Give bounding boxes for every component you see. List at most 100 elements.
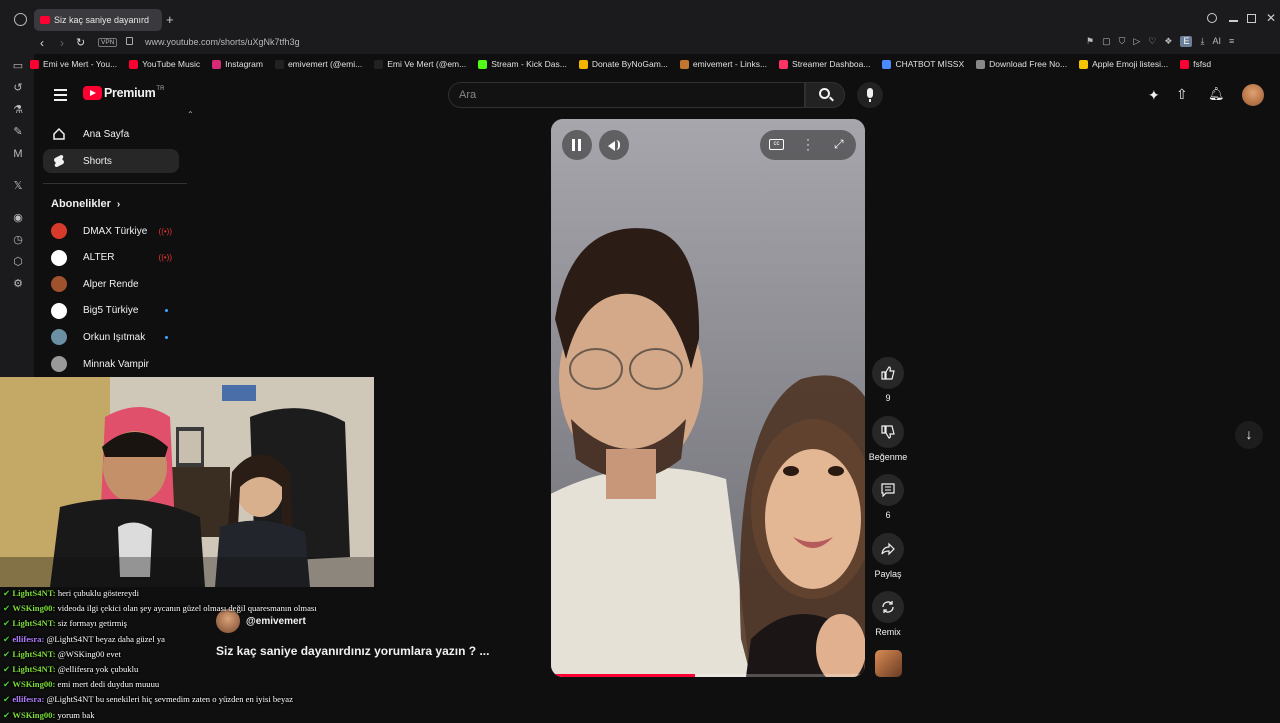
search-input[interactable]: Ara bbox=[448, 82, 805, 108]
chat-username: LightS4NT: bbox=[12, 648, 56, 659]
subscription-item[interactable]: ALTER ((•)) bbox=[51, 248, 176, 268]
bookmark-item[interactable]: Emi ve Mert - You... bbox=[30, 59, 117, 69]
create-post-icon[interactable]: ✦ bbox=[1148, 87, 1160, 104]
download-icon[interactable]: ⤓ bbox=[1200, 36, 1204, 47]
bookmark-item[interactable]: fsfsd bbox=[1180, 59, 1211, 69]
window-minimize-icon[interactable] bbox=[1229, 20, 1238, 22]
rail-notes-icon[interactable]: ✎ bbox=[12, 126, 24, 138]
rail-history-icon[interactable]: ↺ bbox=[12, 82, 24, 94]
reload-icon[interactable]: ↻ bbox=[76, 36, 85, 49]
subscription-item[interactable]: Big5 Türkiye bbox=[51, 301, 176, 321]
sidebar-item-shorts[interactable]: Shorts bbox=[43, 149, 179, 173]
share-action[interactable]: Paylaş bbox=[868, 533, 908, 579]
dislike-action[interactable]: Beğenme bbox=[866, 416, 910, 462]
subscription-item[interactable]: DMAX Türkiye ((•)) bbox=[51, 221, 176, 241]
browser-tab-title: Siz kaç saniye dayanırd bbox=[54, 15, 150, 25]
captions-icon[interactable]: cc bbox=[769, 139, 784, 150]
bookmark-favicon-icon bbox=[30, 59, 39, 69]
snapshot-icon[interactable]: ▢ bbox=[1102, 36, 1111, 47]
shorts-video-player[interactable]: cc · · · ⤢ bbox=[551, 119, 865, 677]
search-button[interactable] bbox=[805, 82, 845, 108]
chevron-right-icon: › bbox=[116, 198, 121, 210]
pin-icon[interactable]: ⚑ bbox=[1086, 36, 1094, 47]
account-avatar[interactable] bbox=[1242, 84, 1264, 106]
window-close-icon[interactable]: ✕ bbox=[1266, 11, 1276, 25]
bookmark-item[interactable]: CHATBOT MİSSX bbox=[882, 59, 964, 69]
chat-badge-icon: ✔ bbox=[3, 618, 13, 629]
rail-settings-icon[interactable]: ⚙ bbox=[12, 278, 24, 290]
fullscreen-icon[interactable]: ⤢ bbox=[834, 137, 844, 152]
browser-tab-active[interactable]: Siz kaç saniye dayanırd bbox=[34, 9, 162, 31]
remix-action[interactable]: Remix bbox=[872, 591, 904, 637]
vpn-badge[interactable]: VPN bbox=[98, 38, 118, 47]
bookmark-item[interactable]: Apple Emoji listesi... bbox=[1079, 59, 1168, 69]
rail-tools-icon[interactable]: ⚗ bbox=[12, 104, 24, 116]
window-restore-icon[interactable] bbox=[1247, 14, 1256, 23]
like-action[interactable]: 9 bbox=[872, 357, 904, 403]
sidebar-collapse-caret-icon[interactable]: ⌃ bbox=[187, 110, 194, 119]
hamburger-menu-icon[interactable] bbox=[54, 89, 67, 101]
rail-pages-icon[interactable]: ▭ bbox=[12, 60, 24, 72]
rail-circle-icon[interactable]: ◉ bbox=[12, 212, 24, 224]
rail-puzzle-icon[interactable]: ⬡ bbox=[12, 256, 24, 268]
subscription-name: Minnak Vampir bbox=[83, 358, 149, 370]
subscription-item[interactable]: Alper Rende bbox=[51, 274, 176, 294]
shield-icon[interactable]: ⛉ bbox=[1119, 36, 1126, 47]
bookmark-item[interactable]: Emi Ve Mert (@em... bbox=[374, 59, 466, 69]
browser-tab-bar: Siz kaç saniye dayanırd + ✕ bbox=[0, 0, 1280, 32]
sidebar-item-home[interactable]: Ana Sayfa bbox=[43, 122, 179, 146]
subscriptions-title: Abonelikler bbox=[51, 198, 111, 210]
back-icon[interactable]: ‹ bbox=[40, 36, 44, 50]
subscription-item[interactable]: Minnak Vampir bbox=[51, 354, 176, 374]
subscription-avatar bbox=[51, 223, 67, 239]
volume-button[interactable] bbox=[599, 130, 629, 160]
more-options-icon[interactable]: · · · bbox=[806, 133, 810, 155]
bookmark-label: emivemert (@emi... bbox=[287, 59, 363, 69]
ai-button[interactable]: AI bbox=[1212, 36, 1221, 47]
bookmark-item[interactable]: Instagram bbox=[212, 59, 263, 69]
streamer-webcam-overlay bbox=[0, 377, 374, 587]
address-toolbar-icons[interactable]: ⚑ ▢ ⛉ ▷ ♡ ❖ E ⤓ AI ≡ bbox=[1086, 36, 1234, 47]
bookmark-label: Apple Emoji listesi... bbox=[1092, 59, 1169, 69]
new-tab-button[interactable]: + bbox=[166, 12, 174, 27]
comments-action[interactable]: 6 bbox=[872, 474, 904, 520]
bookmark-item[interactable]: emivemert - Links... bbox=[679, 59, 767, 69]
subscription-avatar bbox=[51, 302, 67, 319]
subscription-item[interactable]: Orkun Işıtmak bbox=[51, 327, 176, 347]
chat-message: ✔ LightS4NT: @ellifesra yok çubuklu bbox=[3, 662, 373, 677]
rail-x-icon[interactable]: 𝕏 bbox=[12, 180, 24, 192]
chat-badge-icon: ✔ bbox=[3, 709, 13, 720]
browser-search-icon[interactable] bbox=[1207, 13, 1217, 23]
bookmark-label: Donate ByNoGam... bbox=[591, 59, 668, 69]
heart-icon[interactable]: ♡ bbox=[1148, 36, 1156, 47]
sound-thumbnail[interactable] bbox=[875, 650, 902, 677]
video-progress-bar[interactable] bbox=[551, 674, 865, 677]
voice-search-button[interactable] bbox=[857, 82, 883, 108]
forward-icon[interactable]: › bbox=[60, 36, 64, 50]
rail-clock-icon[interactable]: ◷ bbox=[12, 234, 24, 246]
play-icon[interactable]: ▷ bbox=[1133, 36, 1140, 47]
sidebar-item-label: Ana Sayfa bbox=[83, 128, 130, 140]
bookmark-item[interactable]: emivemert (@emi... bbox=[274, 59, 363, 69]
upload-icon[interactable]: ⇧ bbox=[1176, 86, 1188, 103]
chat-text: heri çubuklu göstereydi bbox=[57, 588, 139, 598]
profile-avatar[interactable]: E bbox=[1180, 36, 1193, 47]
bookmark-item[interactable]: Download Free No... bbox=[976, 59, 1067, 69]
chat-badge-icon: ✔ bbox=[3, 664, 13, 675]
subscriptions-header[interactable]: Abonelikler › bbox=[51, 198, 120, 210]
chat-message: ✔ WSKing00: yorum bak bbox=[3, 708, 373, 723]
bookmark-item[interactable]: Stream - Kick Das... bbox=[478, 59, 567, 69]
bookmark-item[interactable]: YouTube Music bbox=[129, 59, 200, 69]
youtube-premium-logo[interactable]: Premium TR bbox=[83, 86, 164, 100]
browser-menu-lines-icon[interactable]: ≡ bbox=[1229, 36, 1234, 47]
bookmark-item[interactable]: Streamer Dashboa... bbox=[779, 59, 870, 69]
pause-button[interactable] bbox=[562, 130, 592, 160]
rail-mail-icon[interactable]: M bbox=[12, 148, 24, 160]
url-field[interactable]: www.youtube.com/shorts/uXgNk7tfh3g bbox=[145, 37, 300, 47]
notifications-bell-icon[interactable]: 🔔︎ bbox=[1208, 86, 1225, 102]
extensions-icon[interactable]: ❖ bbox=[1164, 36, 1172, 47]
next-video-button[interactable]: ↓ bbox=[1235, 421, 1263, 449]
bookmark-item[interactable]: Donate ByNoGam... bbox=[578, 59, 668, 69]
browser-menu-icon[interactable] bbox=[14, 13, 27, 26]
chat-message: ✔ ellifesra: @LightS4NT beyaz daha güzel… bbox=[3, 632, 373, 647]
